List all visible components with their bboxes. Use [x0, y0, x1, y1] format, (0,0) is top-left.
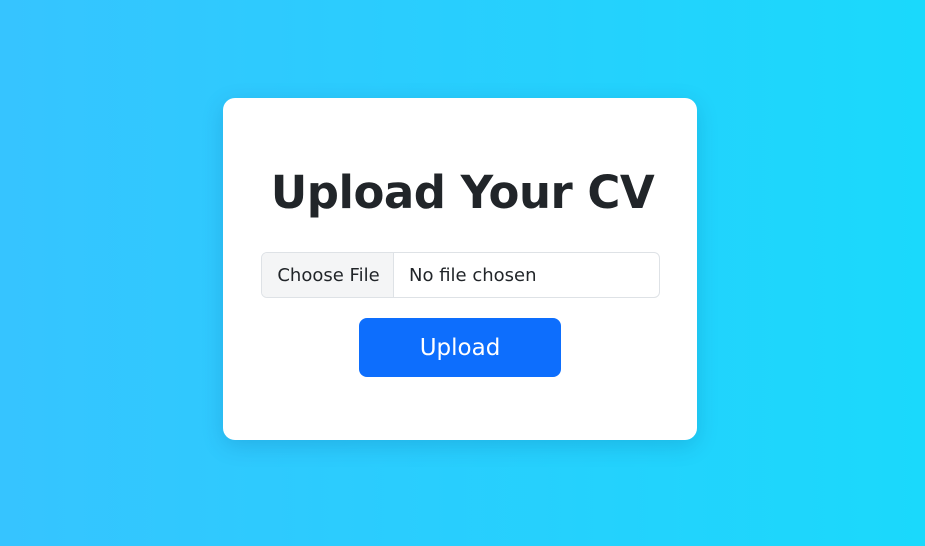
page-title: Upload Your CV	[270, 166, 655, 219]
file-input[interactable]: Choose File No file chosen	[261, 252, 660, 298]
page-background: { "card": { "title": "Upload Your CV" },…	[0, 0, 925, 546]
file-status-text: No file chosen	[409, 264, 537, 286]
choose-file-button[interactable]: Choose File	[262, 253, 394, 297]
upload-button[interactable]: Upload	[359, 318, 561, 377]
